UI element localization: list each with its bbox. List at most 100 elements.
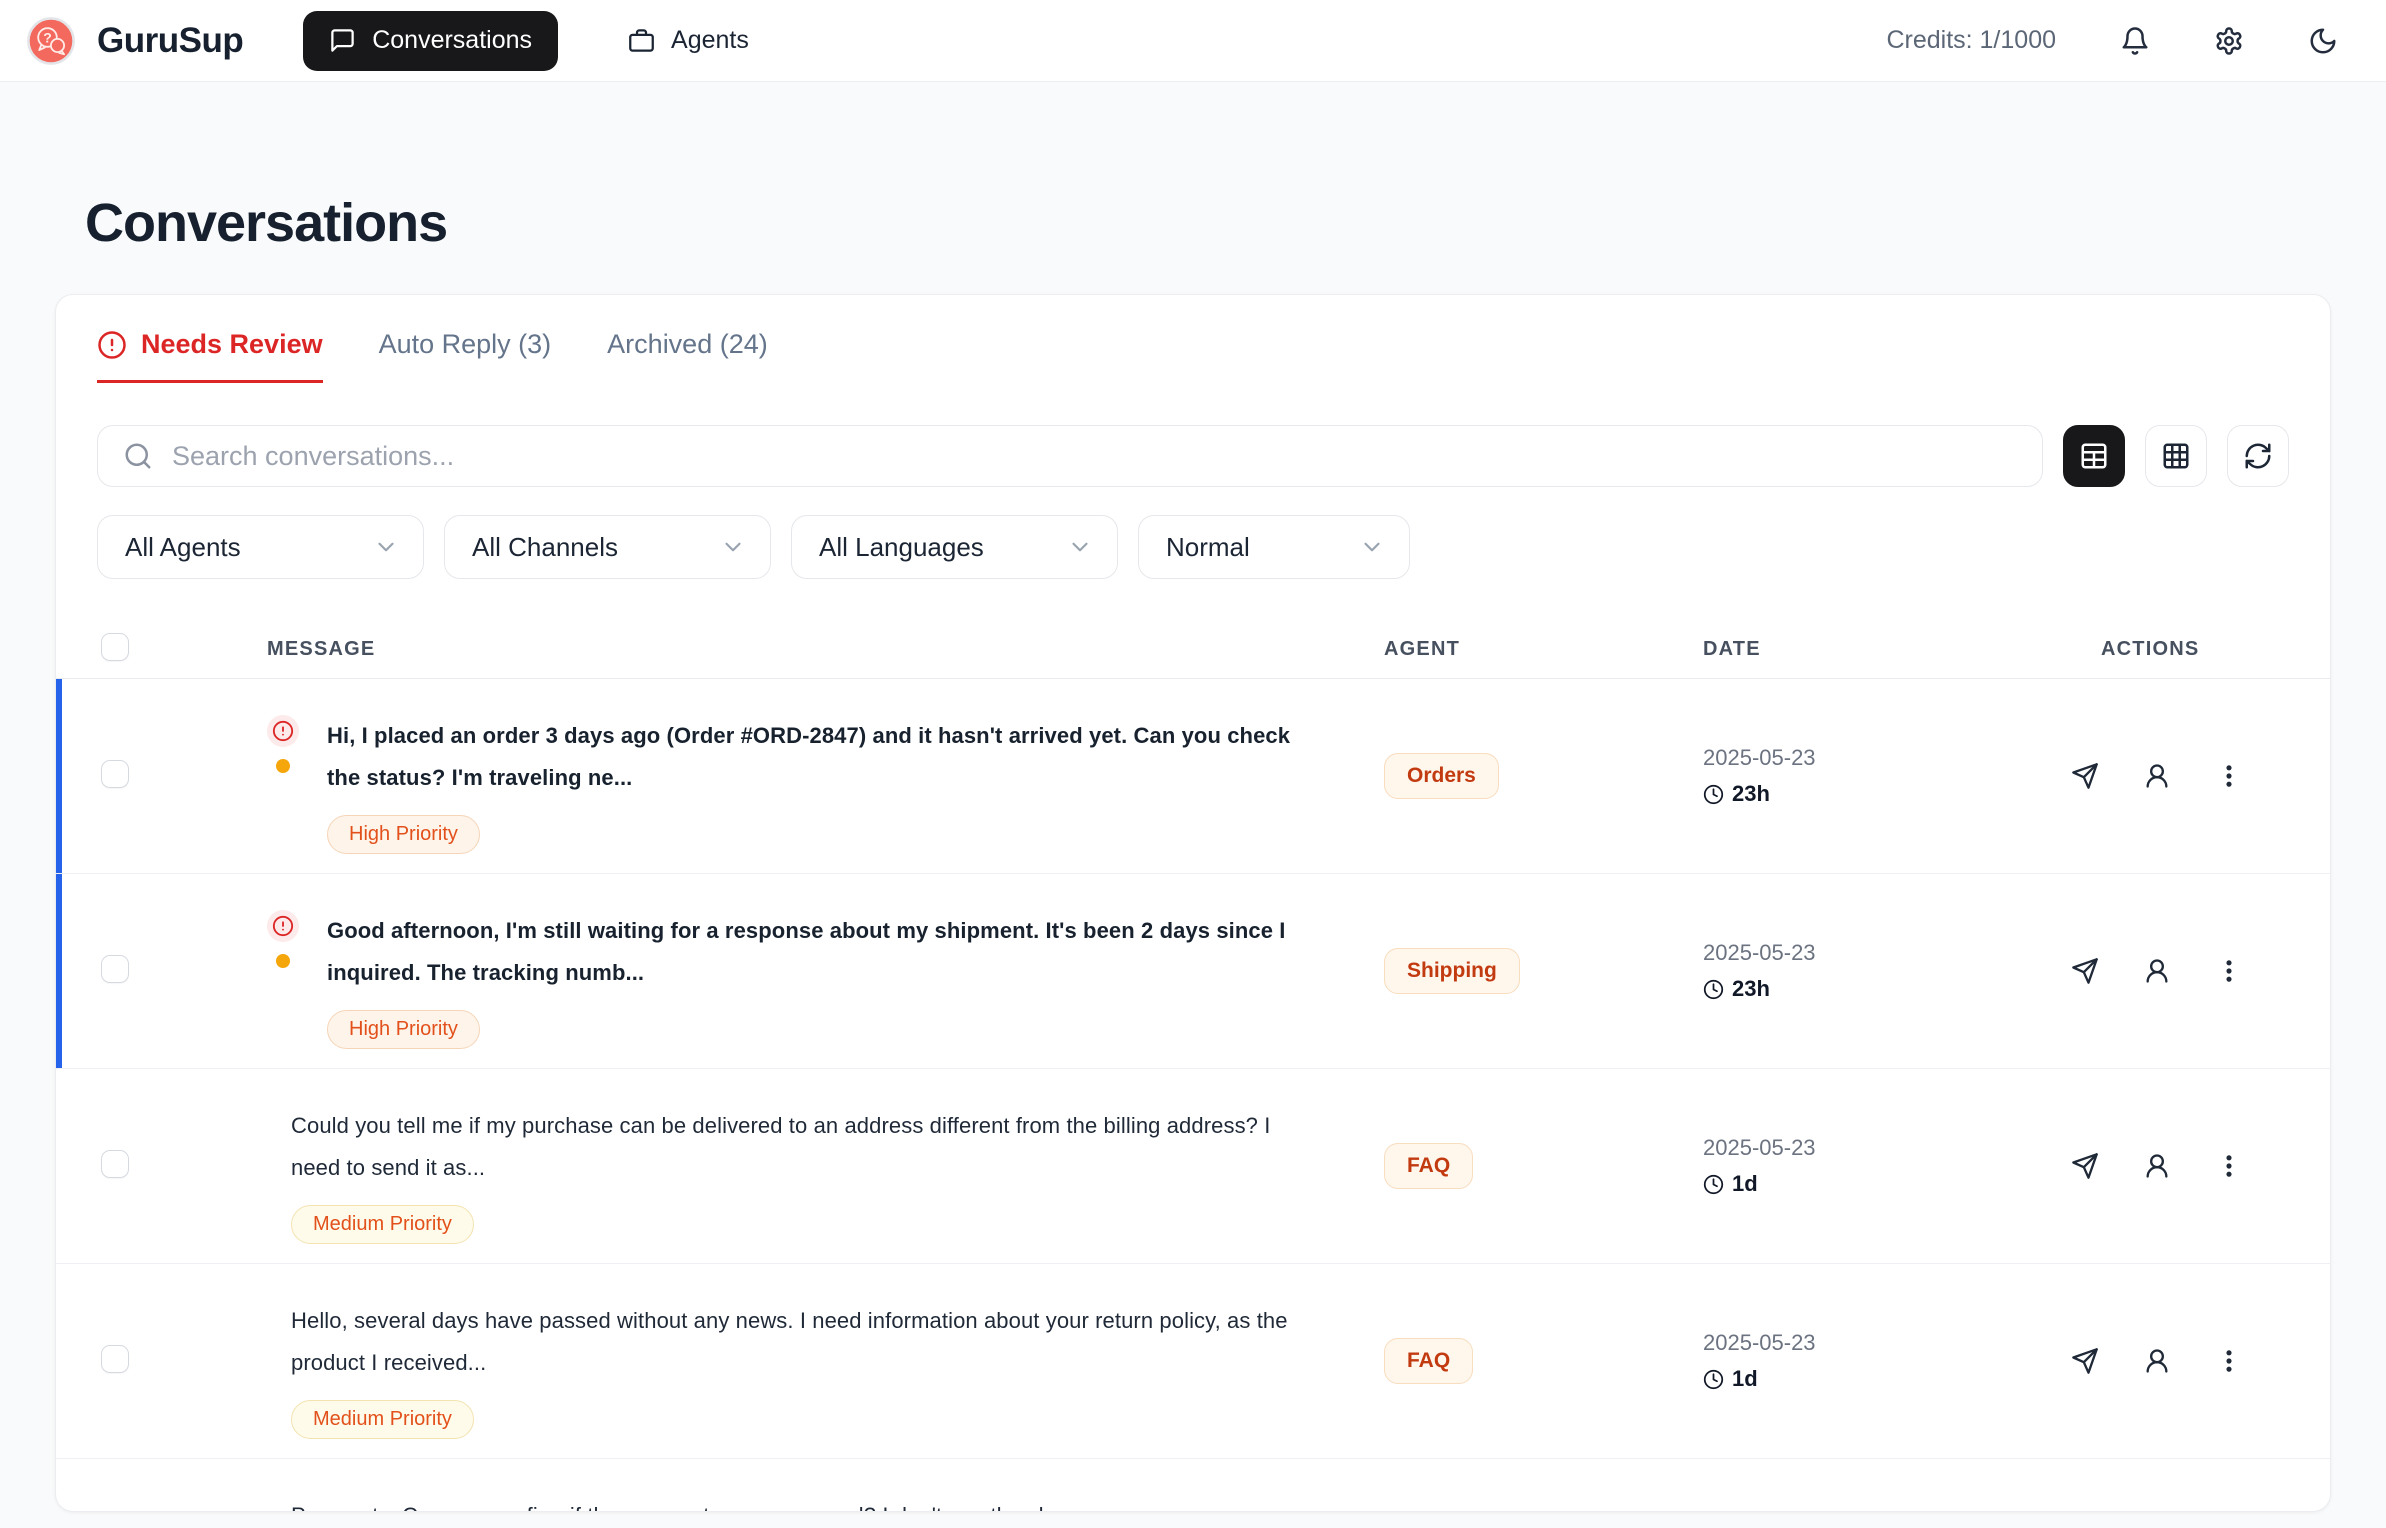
send-reply-button[interactable] — [2071, 957, 2099, 985]
settings-button[interactable] — [2214, 26, 2244, 56]
agent-badge: Orders — [1384, 753, 1499, 799]
send-reply-button[interactable] — [2071, 1347, 2099, 1375]
more-options-button[interactable] — [2215, 1152, 2243, 1180]
tab-bar: Needs Review Auto Reply (3) Archived (24… — [56, 295, 2330, 383]
message-preview: Good afternoon, I'm still waiting for a … — [327, 910, 1327, 994]
priority-badge: High Priority — [327, 815, 480, 854]
row-checkbox[interactable] — [101, 1150, 129, 1178]
search-wrap — [97, 425, 2043, 487]
page-title: Conversations — [85, 192, 2386, 254]
more-options-button[interactable] — [2215, 957, 2243, 985]
moon-icon — [2308, 26, 2338, 56]
assign-user-button[interactable] — [2143, 762, 2171, 790]
conversations-card: Needs Review Auto Reply (3) Archived (24… — [55, 294, 2331, 1512]
search-input[interactable] — [97, 425, 2043, 487]
kebab-menu-icon — [2215, 1152, 2243, 1180]
filter-agents-value: All Agents — [125, 532, 241, 563]
chevron-down-icon — [1067, 534, 1093, 560]
more-options-button[interactable] — [2215, 762, 2243, 790]
alert-icon — [267, 715, 299, 747]
alert-icon — [267, 910, 299, 942]
unread-dot — [276, 759, 290, 773]
filter-channels-value: All Channels — [472, 532, 618, 563]
select-all-checkbox[interactable] — [101, 633, 129, 661]
table-row[interactable]: Hi, I placed an order 3 days ago (Order … — [56, 679, 2330, 874]
clock-icon — [1703, 784, 1724, 805]
tab-archived-label: Archived (24) — [607, 329, 768, 360]
filter-agents[interactable]: All Agents — [97, 515, 424, 579]
table-row[interactable]: Payments: Can you confirm if the payment… — [56, 1459, 2330, 1512]
filter-priority[interactable]: Normal — [1138, 515, 1410, 579]
tab-needs-review-label: Needs Review — [141, 329, 323, 360]
kebab-menu-icon — [2215, 762, 2243, 790]
search-icon — [123, 441, 153, 471]
kebab-menu-icon — [2215, 957, 2243, 985]
row-checkbox[interactable] — [101, 1345, 129, 1373]
nav-conversations[interactable]: Conversations — [303, 11, 558, 71]
more-options-button[interactable] — [2215, 1347, 2243, 1375]
priority-badge: Medium Priority — [291, 1205, 474, 1244]
send-reply-button[interactable] — [2071, 762, 2099, 790]
tab-auto-reply[interactable]: Auto Reply (3) — [379, 325, 552, 383]
conversation-age: 1d — [1732, 1366, 1758, 1392]
notifications-button[interactable] — [2120, 26, 2150, 56]
grid-view-button[interactable] — [2145, 425, 2207, 487]
row-checkbox[interactable] — [101, 955, 129, 983]
table-row[interactable]: Good afternoon, I'm still waiting for a … — [56, 874, 2330, 1069]
refresh-button[interactable] — [2227, 425, 2289, 487]
message-preview: Payments: Can you confirm if the payment… — [291, 1495, 1126, 1512]
filter-bar: All Agents All Channels All Languages No… — [97, 515, 2289, 579]
chevron-down-icon — [1359, 534, 1385, 560]
main-nav: Conversations Agents — [303, 11, 775, 71]
table-header: MESSAGE AGENT DATE ACTIONS — [56, 621, 2330, 679]
filter-channels[interactable]: All Channels — [444, 515, 771, 579]
priority-badge: Medium Priority — [291, 1400, 474, 1439]
row-checkbox[interactable] — [101, 760, 129, 788]
brand-name: GuruSup — [97, 21, 243, 61]
column-header-actions: ACTIONS — [2071, 638, 2330, 661]
nav-agents[interactable]: Agents — [602, 11, 775, 71]
nav-conversations-label: Conversations — [372, 26, 532, 55]
assign-user-button[interactable] — [2143, 957, 2171, 985]
table-view-icon — [2079, 441, 2109, 471]
send-reply-button[interactable] — [2071, 1152, 2099, 1180]
tab-auto-reply-label: Auto Reply (3) — [379, 329, 552, 360]
column-header-message: MESSAGE — [267, 638, 1384, 661]
row-status-icons — [267, 910, 299, 1049]
message-preview: Hello, several days have passed without … — [291, 1300, 1291, 1384]
tab-archived[interactable]: Archived (24) — [607, 325, 768, 383]
conversation-list: Hi, I placed an order 3 days ago (Order … — [56, 679, 2330, 1512]
message-preview: Could you tell me if my purchase can be … — [291, 1105, 1291, 1189]
table-row[interactable]: Could you tell me if my purchase can be … — [56, 1069, 2330, 1264]
message-preview: Hi, I placed an order 3 days ago (Order … — [327, 715, 1327, 799]
send-icon — [2071, 957, 2099, 985]
assign-user-button[interactable] — [2143, 1152, 2171, 1180]
assign-user-button[interactable] — [2143, 1347, 2171, 1375]
priority-badge: High Priority — [327, 1010, 480, 1049]
credits-counter: Credits: 1/1000 — [1886, 26, 2056, 55]
chevron-down-icon — [373, 534, 399, 560]
unread-dot — [276, 954, 290, 968]
agent-badge: FAQ — [1384, 1338, 1473, 1384]
header-actions: Credits: 1/1000 — [1886, 26, 2338, 56]
user-icon — [2143, 762, 2171, 790]
dark-mode-toggle[interactable] — [2308, 26, 2338, 56]
clock-icon — [1703, 1174, 1724, 1195]
clock-icon — [1703, 1369, 1724, 1390]
filter-languages[interactable]: All Languages — [791, 515, 1118, 579]
kebab-menu-icon — [2215, 1347, 2243, 1375]
row-status-icons — [267, 715, 299, 854]
column-header-date: DATE — [1703, 638, 2071, 661]
table-view-button[interactable] — [2063, 425, 2125, 487]
tab-needs-review[interactable]: Needs Review — [97, 325, 323, 383]
user-icon — [2143, 1347, 2171, 1375]
conversation-date: 2025-05-23 — [1703, 940, 2071, 966]
app-header: ? GuruSup Conversations Agents Credits: … — [0, 0, 2386, 82]
briefcase-icon — [628, 27, 655, 54]
clock-icon — [1703, 979, 1724, 1000]
column-header-agent: AGENT — [1384, 638, 1703, 661]
gear-icon — [2214, 26, 2244, 56]
table-row[interactable]: Hello, several days have passed without … — [56, 1264, 2330, 1459]
agent-badge: Shipping — [1384, 948, 1520, 994]
send-icon — [2071, 1152, 2099, 1180]
